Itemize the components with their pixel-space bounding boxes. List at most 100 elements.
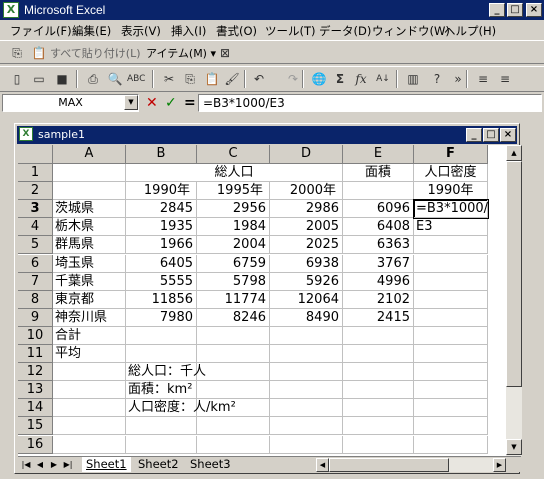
sheet-tab-3[interactable]: Sheet3 — [186, 457, 235, 472]
workbook-maximize-button[interactable]: □ — [483, 128, 499, 142]
cell-a4[interactable]: 栃木県 — [53, 218, 126, 237]
cell-empty[interactable] — [270, 326, 343, 345]
cell-a10[interactable]: 合計 — [53, 326, 126, 345]
formula-input[interactable]: =B3*1000/E3 — [198, 94, 542, 112]
undo-icon[interactable]: ↶ — [250, 70, 268, 88]
row-header-6[interactable]: 6 — [18, 254, 53, 273]
cell-empty[interactable] — [414, 272, 488, 291]
cell-empty[interactable] — [414, 435, 488, 454]
cell-e6[interactable]: 3767 — [343, 254, 414, 273]
vertical-scroll-thumb[interactable] — [506, 161, 522, 387]
cell-e1[interactable]: 面積 — [343, 164, 414, 183]
cell-f4[interactable]: E3 — [414, 218, 488, 237]
cell-empty[interactable] — [197, 381, 270, 400]
row-header-1[interactable]: 1 — [18, 164, 53, 183]
menu-format[interactable]: 書式(O) — [216, 23, 257, 39]
row-header-8[interactable]: 8 — [18, 290, 53, 309]
cell-empty[interactable] — [343, 435, 414, 454]
cell-c8[interactable]: 11774 — [197, 290, 270, 309]
cell-empty[interactable] — [343, 417, 414, 436]
row-header-2[interactable]: 2 — [18, 182, 53, 201]
cell-d2[interactable]: 2000年 — [270, 182, 343, 201]
cell-c3[interactable]: 2956 — [197, 200, 270, 219]
cell-b4[interactable]: 1935 — [126, 218, 197, 237]
sheet-tab-1[interactable]: Sheet1 — [82, 457, 131, 472]
cell-c5[interactable]: 2004 — [197, 236, 270, 255]
cell-d9[interactable]: 8490 — [270, 308, 343, 327]
row-header-13[interactable]: 13 — [18, 381, 53, 400]
cell-b8[interactable]: 11856 — [126, 290, 197, 309]
cell-f1[interactable]: 人口密度 — [414, 164, 488, 183]
cell-empty[interactable] — [53, 435, 126, 454]
cell-a6[interactable]: 埼玉県 — [53, 254, 126, 273]
horizontal-scroll-thumb[interactable] — [329, 458, 449, 472]
first-sheet-icon[interactable]: |◀ — [20, 458, 32, 472]
hyperlink-icon[interactable]: 🌐 — [310, 70, 328, 88]
menu-insert[interactable]: 挿入(I) — [171, 23, 206, 39]
cell-empty[interactable] — [343, 345, 414, 364]
cell-f2[interactable]: 1990年 — [414, 182, 488, 201]
row-header-7[interactable]: 7 — [18, 272, 53, 291]
column-header-b[interactable]: B — [126, 145, 197, 164]
column-header-d[interactable]: D — [270, 145, 343, 164]
cell-empty[interactable] — [126, 345, 197, 364]
column-header-c[interactable]: C — [197, 145, 270, 164]
row-header-4[interactable]: 4 — [18, 218, 53, 237]
cell-empty[interactable] — [343, 381, 414, 400]
column-header-e[interactable]: E — [343, 145, 414, 164]
cell-empty[interactable] — [414, 236, 488, 255]
cell-b14[interactable]: 人口密度：人/km² — [126, 399, 236, 418]
cell-empty[interactable] — [126, 326, 197, 345]
cell-empty[interactable] — [414, 381, 488, 400]
spreadsheet-grid[interactable]: A B C D E F 1 総人口 面積 人口密度 2 1990年 1995年 2000年 1990年 3 茨城… — [18, 145, 506, 456]
cell-empty[interactable] — [414, 308, 488, 327]
cell-b3[interactable]: 2845 — [126, 200, 197, 219]
cell-empty[interactable] — [414, 290, 488, 309]
align-center-icon[interactable]: ≡ — [496, 70, 514, 88]
cell-e4[interactable]: 6408 — [343, 218, 414, 237]
minimize-button[interactable]: _ — [489, 3, 505, 17]
cell-empty[interactable] — [53, 182, 126, 201]
next-sheet-icon[interactable]: ▶ — [48, 458, 60, 472]
cell-a3[interactable]: 茨城県 — [53, 200, 126, 219]
cell-b12[interactable]: 総人口：千人 — [126, 363, 206, 382]
scroll-left-icon[interactable]: ◀ — [316, 458, 329, 472]
cell-e9[interactable]: 2415 — [343, 308, 414, 327]
paste-values-button[interactable]: すべて貼り付け(L) — [50, 45, 141, 61]
chevron-down-icon[interactable]: ▼ — [124, 95, 138, 110]
enter-entry-button[interactable]: ✓ — [165, 94, 177, 112]
cell-d8[interactable]: 12064 — [270, 290, 343, 309]
office-assistant-icon[interactable]: ? — [428, 70, 446, 88]
more-buttons-icon[interactable]: » — [449, 70, 467, 88]
scroll-down-icon[interactable]: ▼ — [506, 439, 522, 455]
scroll-up-icon[interactable]: ▲ — [506, 145, 522, 161]
workbook-minimize-button[interactable]: _ — [466, 128, 482, 142]
menu-data[interactable]: データ(D) — [319, 23, 371, 39]
cell-empty[interactable] — [270, 417, 343, 436]
cell-d4[interactable]: 2005 — [270, 218, 343, 237]
cell-e8[interactable]: 2102 — [343, 290, 414, 309]
save-icon[interactable]: ■ — [53, 70, 71, 88]
new-icon[interactable]: ▯ — [8, 70, 26, 88]
cell-empty[interactable] — [53, 381, 126, 400]
row-header-16[interactable]: 16 — [18, 435, 53, 454]
clear-clipboard-icon[interactable]: ⊠ — [216, 44, 234, 62]
cell-empty[interactable] — [53, 417, 126, 436]
cell-empty[interactable] — [197, 345, 270, 364]
cell-c6[interactable]: 6759 — [197, 254, 270, 273]
row-header-15[interactable]: 15 — [18, 417, 53, 436]
cell-empty[interactable] — [197, 326, 270, 345]
open-icon[interactable]: ▭ — [30, 70, 48, 88]
cell-empty[interactable] — [343, 182, 414, 201]
cell-b2[interactable]: 1990年 — [126, 182, 197, 201]
column-header-f[interactable]: F — [414, 145, 488, 164]
items-dropdown[interactable]: アイテム(M) ▾ — [146, 45, 216, 61]
cell-empty[interactable] — [53, 399, 126, 418]
edit-formula-button[interactable]: = — [184, 94, 196, 112]
horizontal-scrollbar[interactable]: ◀ ▶ — [316, 458, 506, 472]
cell-empty[interactable] — [53, 164, 126, 183]
redo-icon[interactable]: ↷ — [284, 70, 302, 88]
cell-c9[interactable]: 8246 — [197, 308, 270, 327]
cell-empty[interactable] — [414, 326, 488, 345]
cell-empty[interactable] — [414, 254, 488, 273]
